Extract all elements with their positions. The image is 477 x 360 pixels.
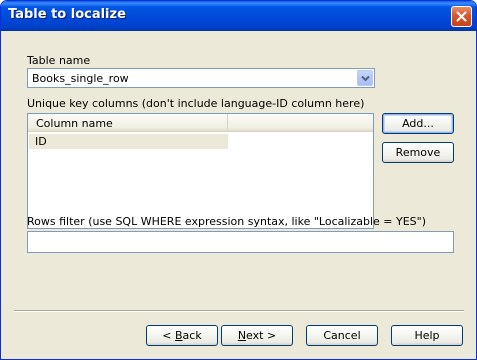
list-header: Column name (28, 114, 373, 132)
back-button-rest: ack (182, 329, 202, 342)
back-button-accel: B (175, 329, 183, 342)
next-button-accel: N (237, 329, 247, 342)
next-button[interactable]: Next > (221, 325, 293, 346)
chevron-down-icon (361, 75, 370, 82)
list-item[interactable]: ID (29, 134, 228, 149)
footer-separator (14, 310, 464, 312)
close-icon (456, 11, 467, 22)
dialog-window: Table to localize Table name Books_singl… (0, 0, 477, 360)
table-name-label: Table name (27, 54, 91, 67)
combo-dropdown-button[interactable] (357, 70, 373, 86)
column-header-column-name[interactable]: Column name (28, 114, 228, 131)
back-button[interactable]: < Back (146, 325, 218, 346)
rows-filter-label: Rows filter (use SQL WHERE expression sy… (27, 215, 427, 228)
title-bar[interactable]: Table to localize (1, 1, 476, 31)
remove-button[interactable]: Remove (382, 142, 454, 163)
add-button[interactable]: Add... (382, 113, 454, 134)
rows-filter-input[interactable] (27, 231, 454, 253)
cancel-button[interactable]: Cancel (306, 325, 378, 346)
list-item-label: ID (35, 135, 47, 148)
column-header-label: Column name (36, 117, 113, 130)
dialog-body: Table name Books_single_row Unique key c… (1, 31, 476, 359)
unique-key-columns-list[interactable]: Column name ID (27, 113, 374, 229)
table-name-combobox[interactable]: Books_single_row (27, 68, 375, 88)
table-name-value: Books_single_row (32, 72, 129, 85)
unique-key-label: Unique key columns (don't include langua… (27, 97, 365, 110)
back-button-prefix: < (162, 329, 175, 342)
help-button[interactable]: Help (391, 325, 463, 346)
next-button-rest: ext > (246, 329, 277, 342)
window-title: Table to localize (8, 7, 126, 22)
close-button[interactable] (451, 6, 472, 27)
